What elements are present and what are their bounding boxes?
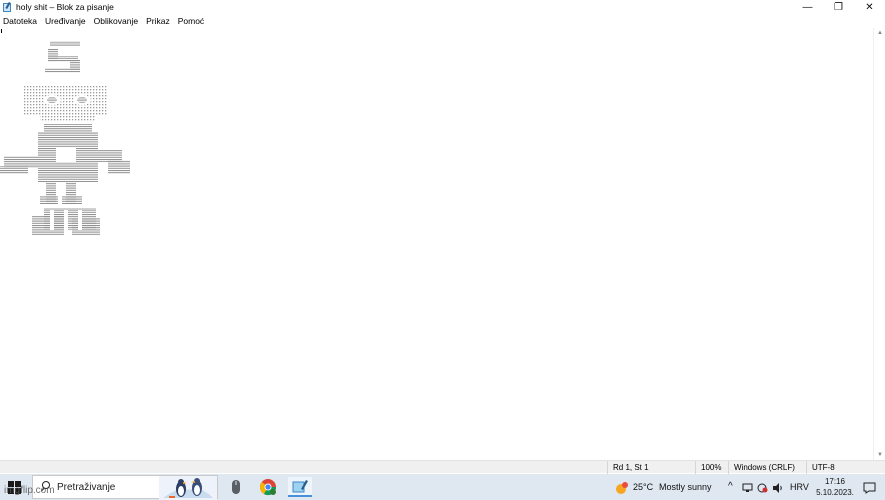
window-controls: — ❐ ✕ — [792, 0, 885, 14]
scroll-down-icon[interactable]: ▼ — [877, 452, 883, 458]
window-title: holy shit – Blok za pisanje — [16, 2, 114, 12]
system-tray: 25°C Mostly sunny ^ HRV 17:16 5.10.2023. — [595, 474, 885, 500]
network-icon[interactable] — [742, 474, 754, 500]
menu-view[interactable]: Prikaz — [146, 16, 170, 26]
menu-format[interactable]: Oblikovanje — [94, 16, 138, 26]
text-caret — [1, 29, 2, 33]
search-placeholder: Pretraživanje — [57, 481, 116, 493]
text-editor[interactable] — [0, 28, 873, 458]
mouse-app-icon[interactable] — [224, 477, 248, 497]
zoom-level: 100% — [695, 461, 728, 474]
chrome-icon[interactable] — [256, 477, 280, 497]
weather-temperature[interactable]: 25°C — [633, 474, 653, 500]
clock-time: 17:16 — [824, 477, 846, 486]
notepad-taskbar-icon[interactable] — [288, 477, 312, 497]
status-bar: Rd 1, St 1 100% Windows (CRLF) UTF-8 — [0, 460, 885, 474]
penguins-search-highlight-icon — [159, 476, 217, 500]
clock-date: 5.10.2023. — [816, 488, 854, 497]
taskbar: Pretraživanje 25°C Mostly sunny ^ HRV 17… — [0, 474, 885, 500]
line-ending: Windows (CRLF) — [728, 461, 806, 474]
clock[interactable]: 17:16 5.10.2023. — [813, 476, 857, 498]
menu-help[interactable]: Pomoć — [178, 16, 204, 26]
minimize-button[interactable]: — — [792, 0, 823, 14]
weather-icon[interactable] — [615, 474, 629, 500]
notifications-icon[interactable] — [863, 474, 876, 500]
menu-file[interactable]: Datoteka — [3, 16, 37, 26]
show-hidden-icons-chevron-icon[interactable]: ^ — [728, 474, 733, 500]
notepad-icon — [2, 1, 13, 13]
weather-description[interactable]: Mostly sunny — [659, 474, 712, 500]
battery-warning-icon[interactable] — [757, 474, 768, 500]
imgflip-watermark: imgflip.com — [4, 485, 55, 496]
menu-edit[interactable]: Uređivanje — [45, 16, 86, 26]
taskbar-search-input[interactable]: Pretraživanje — [32, 475, 218, 500]
cursor-position: Rd 1, St 1 — [607, 461, 695, 474]
encoding: UTF-8 — [806, 461, 885, 474]
volume-icon[interactable] — [772, 474, 784, 500]
vertical-scrollbar[interactable]: ▲ ▼ — [873, 28, 885, 460]
menu-bar: Datoteka Uređivanje Oblikovanje Prikaz P… — [0, 14, 885, 27]
maximize-button[interactable]: ❐ — [823, 0, 854, 14]
ascii-art-figure — [0, 41, 130, 236]
scroll-up-icon[interactable]: ▲ — [877, 30, 883, 36]
title-bar: holy shit – Blok za pisanje — ❐ ✕ — [0, 0, 885, 14]
language-indicator[interactable]: HRV — [790, 474, 809, 500]
close-button[interactable]: ✕ — [854, 0, 885, 14]
